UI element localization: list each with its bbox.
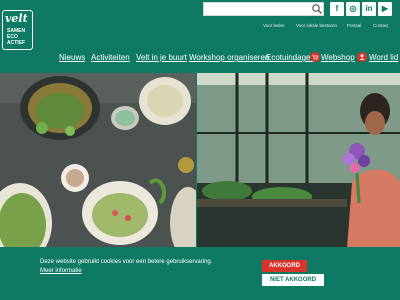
nav-item-nieuws[interactable]: Nieuws: [59, 53, 85, 62]
logo-tagline-line: ACTIEF: [7, 40, 26, 46]
nav-item-word-lid[interactable]: Word lid: [369, 53, 398, 62]
utility-link-voor-leden[interactable]: Voor leden: [263, 23, 285, 28]
nav-item-velt-in-je-buurt[interactable]: Velt in je buurt: [136, 53, 187, 62]
site-header: velt SAMEN ECO ACTIEF f ◎ in ▶ Voor lede…: [0, 0, 400, 73]
facebook-icon[interactable]: f: [330, 2, 344, 16]
cookie-accept-button[interactable]: AKKOORD: [262, 260, 307, 272]
user-icon: [357, 52, 367, 62]
utility-link-portaal[interactable]: Portaal: [347, 23, 361, 28]
linkedin-icon[interactable]: in: [362, 2, 376, 16]
nav-item-ecotuindagen[interactable]: Ecotuindagen: [266, 53, 315, 62]
hero-photo-food: [0, 73, 196, 248]
cart-icon: [310, 52, 320, 62]
utility-link-contact[interactable]: Contact: [373, 23, 389, 28]
nav-item-activiteiten[interactable]: Activiteiten: [91, 53, 130, 62]
logo-tagline: SAMEN ECO ACTIEF: [7, 28, 25, 46]
nav-item-workshop-organiseren[interactable]: Workshop organiseren: [189, 53, 269, 62]
velt-logo[interactable]: velt SAMEN ECO ACTIEF: [2, 10, 33, 50]
youtube-icon[interactable]: ▶: [378, 2, 392, 16]
cookie-more-info-link[interactable]: Meer informatie: [40, 268, 82, 274]
cookie-message: Deze website gebruikt cookies voor een b…: [40, 259, 213, 265]
search-input[interactable]: [203, 2, 324, 16]
search-icon[interactable]: [311, 3, 323, 15]
utility-link-lokale-besturen[interactable]: Voor lokale besturen: [296, 23, 337, 28]
hero-photo-greenhouse: [197, 73, 400, 248]
nav-item-webshop[interactable]: Webshop: [321, 53, 355, 62]
cookie-decline-button[interactable]: NIET AKKOORD: [262, 274, 324, 286]
logo-wordmark: velt: [5, 12, 28, 25]
instagram-icon[interactable]: ◎: [346, 2, 360, 16]
hero-banner: [0, 73, 400, 248]
